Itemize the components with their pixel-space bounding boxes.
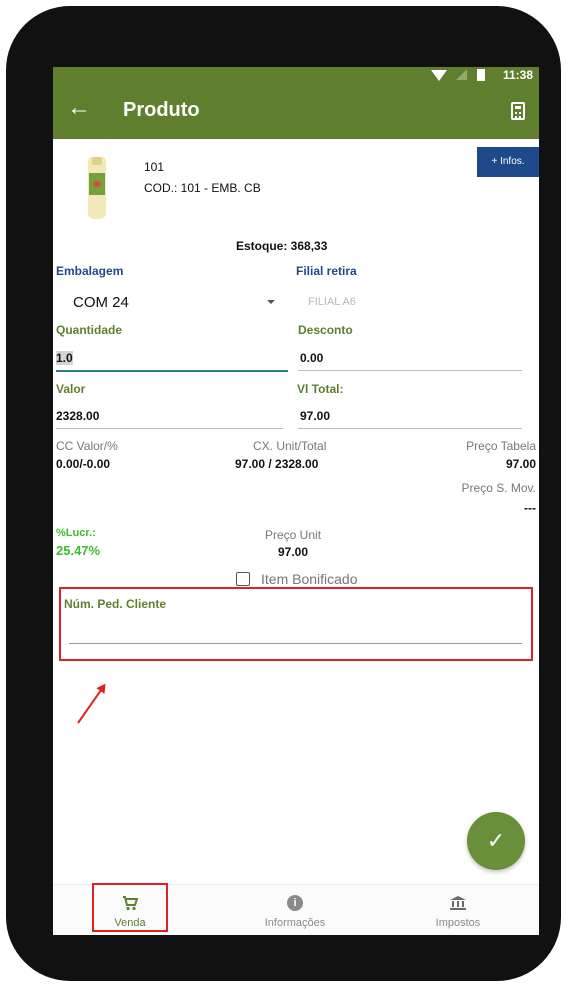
embalagem-label: Embalagem [56,264,124,278]
status-time: 11:38 [502,68,533,82]
preco-smov-label: Preço S. Mov. [461,481,536,495]
quantidade-label: Quantidade [56,323,123,337]
nav-informacoes[interactable]: i Informações [235,885,355,935]
valor-underline [56,428,283,429]
battery-icon [477,69,485,81]
product-code: 101 [144,160,165,174]
preco-unit-label: Preço Unit [265,528,322,542]
bank-icon [450,896,466,910]
wifi-icon [431,70,447,81]
more-infos-button[interactable]: + Infos. [477,147,539,177]
lucro-value: 25.47% [56,543,101,558]
desconto-underline [298,370,522,371]
phone-frame: 11:38 ← Produto + Infos. 101 COD.: 101 -… [6,6,561,981]
preco-smov-value: --- [524,501,536,515]
item-bonificado-label: Item Bonificado [261,571,358,587]
nav-informacoes-label: Informações [264,917,326,929]
cx-unit-label: CX. Unit/Total [253,439,327,453]
item-bonificado-checkbox[interactable] [236,572,250,586]
desconto-label: Desconto [298,323,353,337]
info-icon: i [287,895,303,911]
product-description: COD.: 101 - EMB. CB [144,181,261,195]
page-title: Produto [123,99,200,121]
status-bar: 11:38 [53,67,539,83]
lucro-label: %Lucr.: [56,527,96,539]
chevron-down-icon[interactable] [267,300,275,304]
highlight-box-num-ped [59,587,533,661]
embalagem-select[interactable]: COM 24 [73,294,129,311]
stock-text: Estoque: 368,33 [236,239,328,253]
signal-icon [456,69,467,80]
cc-valor-value: 0.00/-0.00 [56,457,111,471]
confirm-fab[interactable]: ✓ [467,812,525,870]
bottom-nav: Venda i Informações Impostos [53,883,539,935]
quantidade-underline [56,370,288,372]
preco-tabela-label: Preço Tabela [466,439,536,453]
app-bar: ← Produto [53,83,539,139]
product-image-cap [92,157,102,165]
valor-label: Valor [56,382,86,396]
nav-impostos[interactable]: Impostos [398,885,518,935]
highlight-box-venda [92,883,168,932]
preco-tabela-value: 97.00 [505,457,536,471]
calculator-icon[interactable] [511,102,525,120]
vl-total-value: 97.00 [300,409,331,423]
filial-field: FILIAL A6 [308,296,356,308]
arrow-left-icon[interactable]: ← [67,96,91,120]
nav-impostos-label: Impostos [435,917,481,929]
annotation-arrow-icon [77,688,103,724]
filial-label: Filial retira [296,264,357,278]
cc-valor-label: CC Valor/% [56,439,118,453]
vl-total-label: Vl Total: [297,382,344,396]
screen: 11:38 ← Produto + Infos. 101 COD.: 101 -… [53,67,539,935]
product-image-label [89,173,105,195]
vl-total-underline [298,428,522,429]
desconto-input[interactable]: 0.00 [300,351,323,365]
check-icon: ✓ [486,828,506,853]
product-image [88,157,106,219]
quantidade-input[interactable]: 1.0 [56,351,73,365]
cx-unit-value: 97.00 / 2328.00 [235,457,319,471]
valor-input[interactable]: 2328.00 [56,409,99,423]
preco-unit-value: 97.00 [278,545,309,559]
